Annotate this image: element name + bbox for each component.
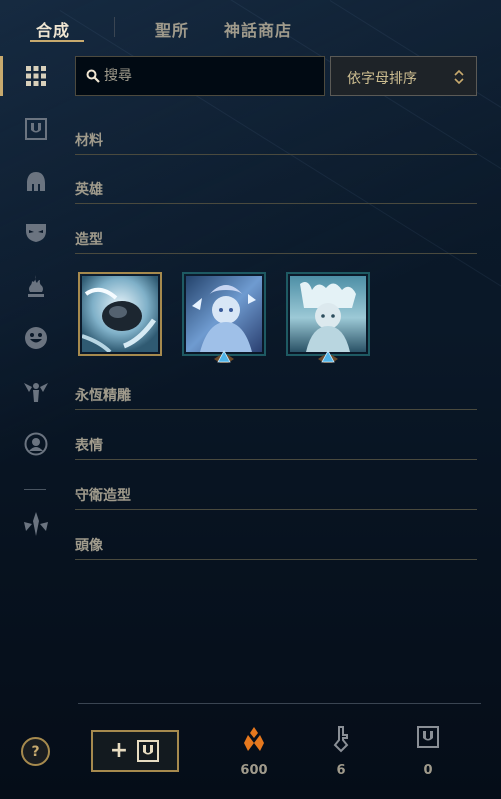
search-input[interactable] [104, 57, 319, 95]
section-emotes[interactable]: 表情 [75, 430, 477, 460]
section-eternals[interactable]: 永恆精雕 [75, 380, 477, 410]
search-box [75, 56, 325, 96]
sort-dropdown[interactable]: 依字母排序 [330, 56, 477, 96]
sidebar-item-champions[interactable] [23, 169, 49, 195]
shard-skin-tile-2[interactable] [182, 272, 266, 363]
sidebar-active-indicator [0, 56, 3, 96]
section-champions[interactable]: 英雄 [75, 174, 477, 204]
sidebar-item-skins[interactable] [23, 219, 49, 245]
section-title: 表情 [75, 438, 103, 454]
chest-crest-icon [417, 726, 439, 748]
section-title: 英雄 [75, 182, 103, 198]
sidebar-item-emotes[interactable] [23, 325, 49, 351]
tab-sanctum[interactable]: 聖所 [155, 17, 189, 41]
currency-value: 600 [240, 763, 268, 778]
key-fragment-icon [333, 726, 349, 753]
sidebar-item-icons[interactable] [23, 431, 49, 457]
tab-mythic-shop[interactable]: 神話商店 [224, 17, 292, 41]
section-materials[interactable]: 材料 [75, 125, 477, 155]
footer-divider [78, 703, 481, 704]
sidebar-item-materials[interactable] [23, 116, 49, 142]
sort-label: 依字母排序 [347, 71, 417, 87]
currency-orange-essence: 600 [234, 725, 274, 778]
help-button[interactable]: ? [21, 737, 50, 766]
currency-value: 6 [336, 763, 346, 778]
currency-value: 0 [423, 763, 433, 778]
currency-key-fragments: 6 [321, 725, 361, 778]
tab-crafting[interactable]: 合成 [36, 17, 70, 41]
sidebar-item-all[interactable] [23, 63, 49, 89]
tile-frame [182, 272, 266, 356]
section-title: 材料 [75, 133, 103, 149]
mythic-spire-icon [24, 512, 48, 536]
shard-skin-tile-3[interactable] [286, 272, 370, 363]
search-icon [86, 69, 100, 83]
section-title: 永恆精雕 [75, 388, 131, 404]
active-tab-underline [30, 40, 84, 42]
rarity-gem-icon [318, 350, 338, 363]
grid-icon [26, 66, 46, 86]
shield-crest-icon [25, 118, 47, 140]
tile-frame [78, 272, 162, 356]
helmet-icon [27, 172, 45, 191]
sidebar-item-ward-skins[interactable] [23, 378, 49, 404]
add-chest-button[interactable]: + [91, 730, 179, 772]
owned-skin-tile[interactable] [78, 272, 162, 356]
rarity-gem-icon [214, 350, 234, 363]
orange-essence-icon [244, 727, 264, 751]
section-skins[interactable]: 造型 [75, 224, 477, 254]
help-label: ? [31, 743, 40, 760]
tab-separator [114, 17, 115, 37]
tile-frame [286, 272, 370, 356]
chest-crest-icon [137, 740, 160, 762]
plus-icon: + [109, 738, 129, 763]
sidebar-divider [24, 489, 46, 490]
mask-icon [26, 224, 46, 242]
section-title: 造型 [75, 232, 103, 248]
flame-icon [28, 275, 44, 297]
sidebar-item-mythic[interactable] [23, 511, 49, 537]
section-icons[interactable]: 頭像 [75, 530, 477, 560]
smiley-icon [25, 327, 47, 349]
section-title: 守衛造型 [75, 488, 131, 504]
top-tabs: 合成 聖所 神話商店 [0, 0, 501, 54]
section-ward-skins[interactable]: 守衛造型 [75, 480, 477, 510]
bg-streak [59, 10, 501, 308]
sidebar-item-eternals[interactable] [23, 273, 49, 299]
currency-chests: 0 [408, 725, 448, 778]
profile-circle-icon [24, 432, 48, 456]
section-title: 頭像 [75, 538, 103, 554]
ward-totem-icon [24, 383, 48, 402]
up-down-chevron-icon [454, 69, 464, 85]
